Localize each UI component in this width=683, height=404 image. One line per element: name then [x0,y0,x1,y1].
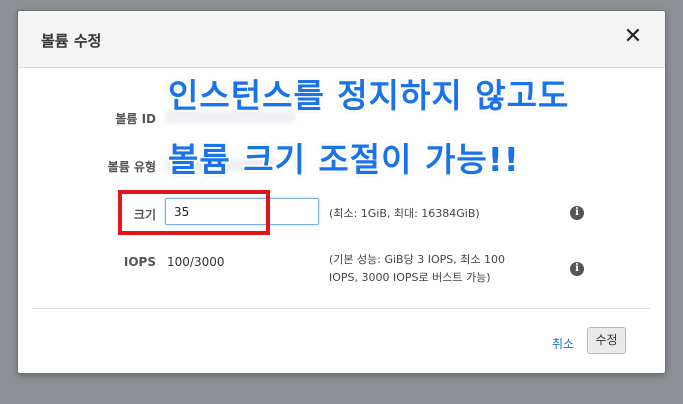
size-hint: (최소: 1GiB, 최대: 16384GiB) [329,207,480,220]
iops-hint-line2: IOPS, 3000 IOPS로 버스트 가능) [329,271,491,284]
iops-info-icon[interactable]: i [570,262,584,276]
iops-label: IOPS [123,255,156,269]
iops-hint-line1: (기본 성능: GiB당 3 IOPS, 최소 100 [329,253,505,266]
size-info-icon[interactable]: i [570,206,584,220]
annotation-line1: 인스턴스를 정지하지 않고도 [168,76,570,115]
footer-divider [32,308,650,309]
cancel-link[interactable]: 취소 [552,335,574,352]
close-icon[interactable]: ✕ [623,26,643,48]
volume-id-label: 볼륨 ID [115,112,156,126]
dialog-title: 볼륨 수정 [41,32,102,50]
modify-volume-dialog: 볼륨 수정 ✕ 볼륨 ID 볼륨 유형 크기 (최소: 1GiB, 최대: 16… [17,10,666,374]
size-highlight-box [118,190,270,235]
annotation-line2: 볼륨 크기 조절이 가능!! [168,140,520,179]
modify-button[interactable]: 수정 [587,327,626,354]
iops-value: 100/3000 [167,255,225,269]
volume-type-label: 볼륨 유형 [107,160,156,174]
dialog-header: 볼륨 수정 ✕ [18,11,665,68]
